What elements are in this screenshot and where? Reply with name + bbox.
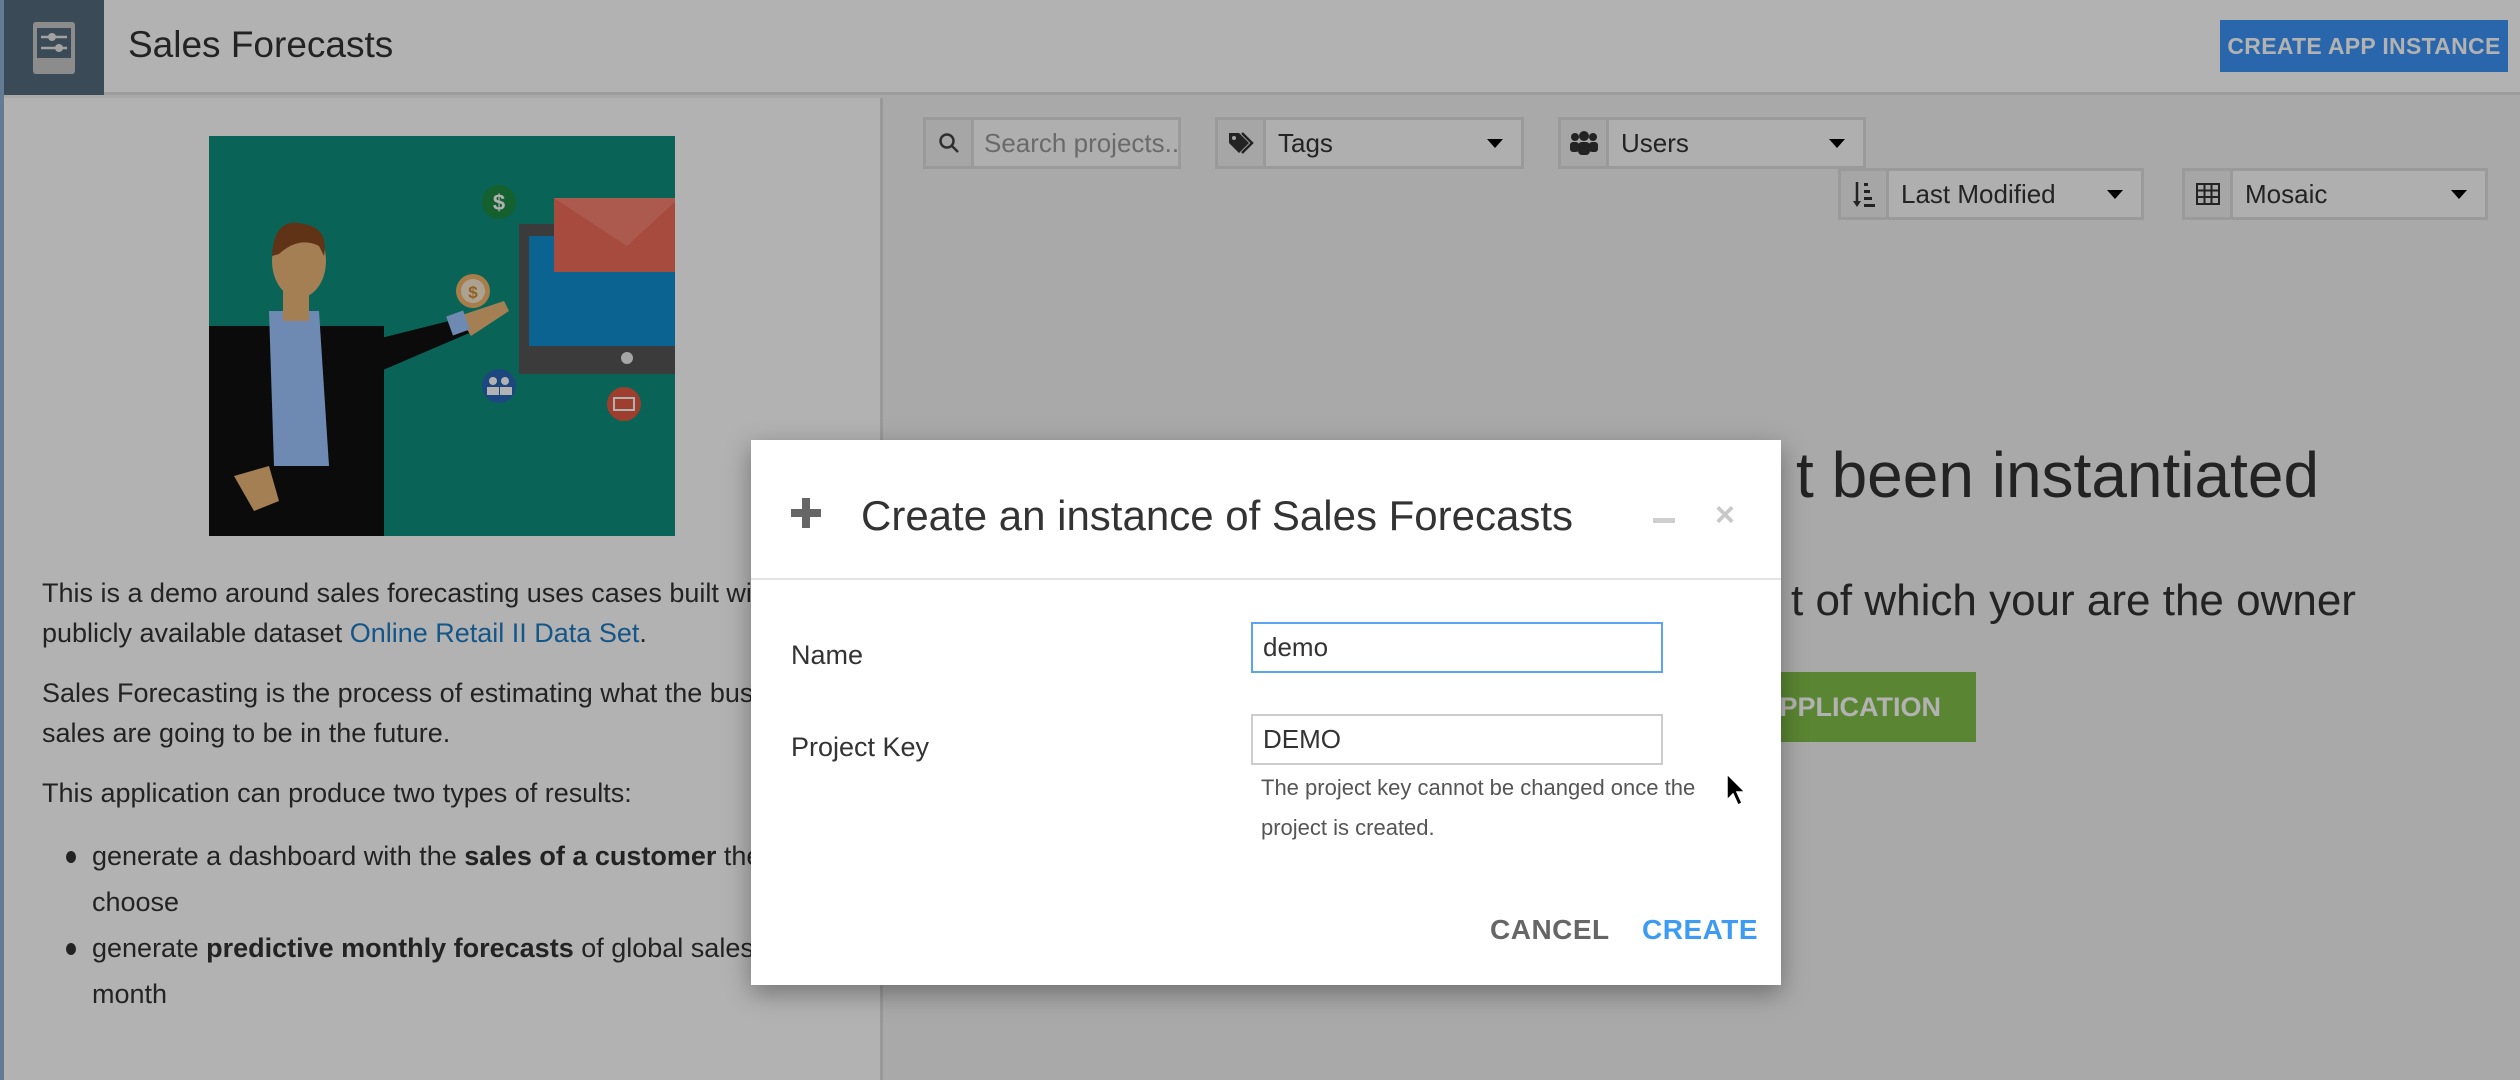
dialog-header: Create an instance of Sales Forecasts × [751, 440, 1781, 580]
project-key-input[interactable] [1251, 714, 1663, 765]
dialog-title: Create an instance of Sales Forecasts [861, 492, 1574, 539]
minimize-icon[interactable] [1653, 518, 1675, 523]
close-icon[interactable]: × [1715, 498, 1735, 532]
project-key-help-text: The project key cannot be changed once t… [1261, 775, 1696, 840]
project-key-label: Project Key [791, 732, 930, 762]
create-instance-dialog: Create an instance of Sales Forecasts × … [751, 440, 1781, 985]
plus-icon [791, 498, 821, 528]
name-label: Name [791, 640, 864, 670]
create-button[interactable]: CREATE [1642, 914, 1758, 946]
name-input[interactable] [1251, 622, 1663, 673]
cancel-button[interactable]: CANCEL [1490, 914, 1610, 946]
mouse-cursor-icon [1726, 772, 1747, 807]
